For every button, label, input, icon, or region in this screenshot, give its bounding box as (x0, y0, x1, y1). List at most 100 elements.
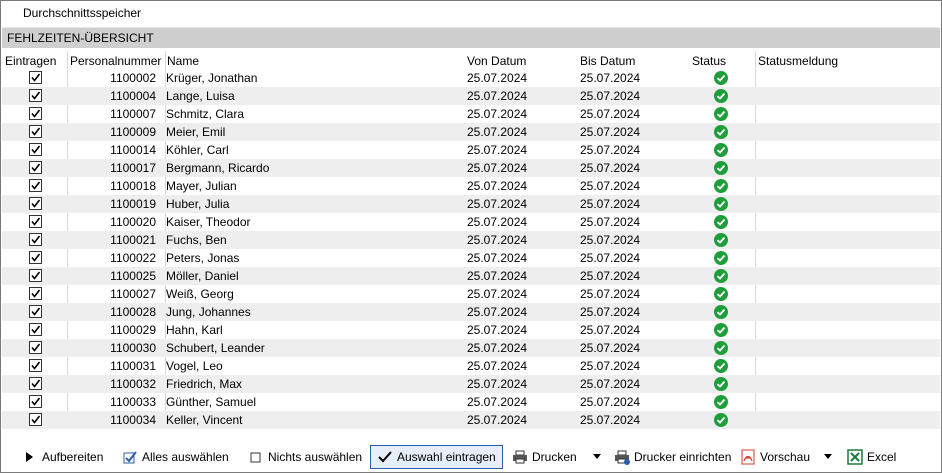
table-row[interactable]: 1100030 Schubert, Leander 25.07.2024 25.07.… (2, 339, 940, 357)
cell-bis-datum: 25.07.2024 (580, 215, 641, 229)
check-circle-icon (714, 125, 728, 139)
checkbox-checked-icon (122, 449, 138, 465)
table-row[interactable]: 1100025 Möller, Daniel 25.07.2024 25.07.202… (2, 267, 940, 285)
check-circle-icon (714, 197, 728, 211)
auswahl-eintragen-button[interactable]: Auswahl eintragen (370, 445, 503, 469)
cell-personalnummer: 1100020 (110, 215, 156, 229)
header-eintragen[interactable]: Eintragen (5, 54, 56, 68)
table-row[interactable]: 1100002 Krüger, Jonathan 25.07.2024 25.07.2… (2, 69, 940, 87)
cell-name: Kaiser, Theodor (166, 215, 251, 229)
play-icon (22, 449, 38, 465)
cell-bis-datum: 25.07.2024 (580, 323, 641, 337)
alles-auswaehlen-button[interactable]: Alles auswählen (122, 447, 229, 467)
nichts-auswaehlen-button[interactable]: Nichts auswählen (248, 447, 362, 467)
table-row[interactable]: 1100029 Hahn, Karl 25.07.2024 25.07.2024 (2, 321, 940, 339)
cell-von-datum: 25.07.2024 (467, 107, 528, 121)
table-row[interactable]: 1100014 Köhler, Carl 25.07.2024 25.07.2024 (2, 141, 940, 159)
header-von-datum[interactable]: Von Datum (467, 54, 526, 68)
excel-icon (847, 449, 863, 465)
header-statusmeldung[interactable]: Statusmeldung (758, 54, 838, 68)
table-row[interactable]: 1100022 Peters, Jonas 25.07.2024 25.07.2024 (2, 249, 940, 267)
header-personalnummer[interactable]: Personalnummer (70, 54, 161, 68)
eintragen-checkbox[interactable] (29, 377, 42, 390)
cell-name: Möller, Daniel (166, 269, 239, 283)
cell-personalnummer: 1100002 (110, 71, 156, 85)
cell-personalnummer: 1100009 (110, 125, 156, 139)
absence-grid: Eintragen Personalnummer Name Von Datum … (2, 51, 940, 429)
excel-button[interactable]: Excel (847, 447, 896, 467)
drucken-button[interactable]: Drucken (512, 447, 577, 467)
cell-name: Weiß, Georg (166, 287, 234, 301)
eintragen-checkbox[interactable] (29, 413, 42, 426)
cell-name: Jung, Johannes (166, 305, 251, 319)
cell-bis-datum: 25.07.2024 (580, 341, 641, 355)
eintragen-checkbox[interactable] (29, 269, 42, 282)
cell-bis-datum: 25.07.2024 (580, 107, 641, 121)
cell-von-datum: 25.07.2024 (467, 305, 528, 319)
cell-bis-datum: 25.07.2024 (580, 287, 641, 301)
table-row[interactable]: 1100031 Vogel, Leo 25.07.2024 25.07.2024 (2, 357, 940, 375)
cell-personalnummer: 1100021 (110, 233, 156, 247)
cell-name: Keller, Vincent (166, 413, 243, 427)
check-circle-icon (714, 107, 728, 121)
check-circle-icon (714, 305, 728, 319)
eintragen-checkbox[interactable] (29, 359, 42, 372)
table-row[interactable]: 1100019 Huber, Julia 25.07.2024 25.07.2024 (2, 195, 940, 213)
table-row[interactable]: 1100017 Bergmann, Ricardo 25.07.2024 25.07.… (2, 159, 940, 177)
vorschau-dropdown-icon[interactable] (824, 454, 832, 459)
eintragen-checkbox[interactable] (29, 197, 42, 210)
table-row[interactable]: 1100027 Weiß, Georg 25.07.2024 25.07.2024 (2, 285, 940, 303)
drucker-einrichten-button[interactable]: Drucker einrichten (614, 447, 731, 467)
check-circle-icon (714, 413, 728, 427)
eintragen-checkbox[interactable] (29, 89, 42, 102)
header-name[interactable]: Name (167, 54, 199, 68)
cell-bis-datum: 25.07.2024 (580, 359, 641, 373)
pdf-icon (740, 449, 756, 465)
cell-von-datum: 25.07.2024 (467, 215, 528, 229)
check-circle-icon (714, 233, 728, 247)
eintragen-checkbox[interactable] (29, 287, 42, 300)
eintragen-checkbox[interactable] (29, 233, 42, 246)
drucken-dropdown-icon[interactable] (593, 454, 601, 459)
eintragen-checkbox[interactable] (29, 215, 42, 228)
cell-name: Fuchs, Ben (166, 233, 227, 247)
printer-icon (512, 449, 528, 465)
table-row[interactable]: 1100028 Jung, Johannes 25.07.2024 25.07.202… (2, 303, 940, 321)
table-row[interactable]: 1100034 Keller, Vincent 25.07.2024 25.07.20… (2, 411, 940, 429)
table-row[interactable]: 1100033 Günther, Samuel 25.07.2024 25.07.20… (2, 393, 940, 411)
cell-von-datum: 25.07.2024 (467, 179, 528, 193)
table-row[interactable]: 1100018 Mayer, Julian 25.07.2024 25.07.2024 (2, 177, 940, 195)
check-circle-icon (714, 161, 728, 175)
table-row[interactable]: 1100009 Meier, Emil 25.07.2024 25.07.2024 (2, 123, 940, 141)
check-circle-icon (714, 395, 728, 409)
cell-bis-datum: 25.07.2024 (580, 233, 641, 247)
check-circle-icon (714, 215, 728, 229)
table-row[interactable]: 1100007 Schmitz, Clara 25.07.2024 25.07.202… (2, 105, 940, 123)
header-status[interactable]: Status (692, 54, 726, 68)
cell-von-datum: 25.07.2024 (467, 89, 528, 103)
table-row[interactable]: 1100004 Lange, Luisa 25.07.2024 25.07.2024 (2, 87, 940, 105)
cell-bis-datum: 25.07.2024 (580, 377, 641, 391)
eintragen-checkbox[interactable] (29, 161, 42, 174)
cell-personalnummer: 1100018 (110, 179, 156, 193)
eintragen-checkbox[interactable] (29, 143, 42, 156)
eintragen-checkbox[interactable] (29, 341, 42, 354)
eintragen-checkbox[interactable] (29, 125, 42, 138)
table-row[interactable]: 1100020 Kaiser, Theodor 25.07.2024 25.07.20… (2, 213, 940, 231)
aufbereiten-button[interactable]: Aufbereiten (22, 447, 103, 467)
eintragen-checkbox[interactable] (29, 71, 42, 84)
header-bis-datum[interactable]: Bis Datum (580, 54, 635, 68)
eintragen-checkbox[interactable] (29, 395, 42, 408)
table-row[interactable]: 1100021 Fuchs, Ben 25.07.2024 25.07.2024 (2, 231, 940, 249)
table-row[interactable]: 1100032 Friedrich, Max 25.07.2024 25.07.202… (2, 375, 940, 393)
eintragen-checkbox[interactable] (29, 179, 42, 192)
cell-personalnummer: 1100030 (110, 341, 156, 355)
cell-name: Schmitz, Clara (166, 107, 245, 121)
cell-bis-datum: 25.07.2024 (580, 143, 641, 157)
vorschau-button[interactable]: Vorschau (740, 447, 810, 467)
eintragen-checkbox[interactable] (29, 251, 42, 264)
eintragen-checkbox[interactable] (29, 107, 42, 120)
check-circle-icon (714, 179, 728, 193)
eintragen-checkbox[interactable] (29, 323, 42, 336)
eintragen-checkbox[interactable] (29, 305, 42, 318)
